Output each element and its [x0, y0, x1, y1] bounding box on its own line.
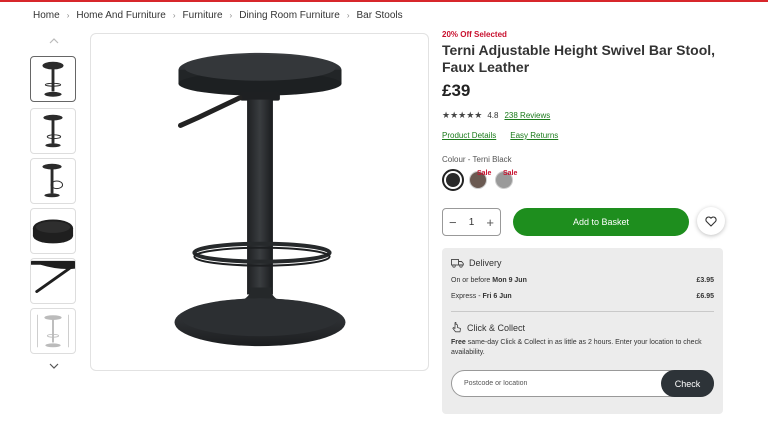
- check-button[interactable]: Check: [661, 370, 714, 397]
- click-collect-description: Free same-day Click & Collect in as litt…: [451, 338, 714, 358]
- star-rating-icon: ★★★★★: [442, 110, 483, 120]
- promo-badge[interactable]: 20% Off Selected: [442, 30, 732, 39]
- thumbnail-stool-front[interactable]: [30, 56, 76, 102]
- quantity-stepper: − 1 +: [442, 208, 501, 236]
- delivery-option-label: Express -: [451, 293, 483, 300]
- decrease-quantity-button[interactable]: −: [449, 216, 457, 229]
- chevron-down-icon[interactable]: [47, 361, 61, 371]
- product-details-link[interactable]: Product Details: [442, 131, 496, 140]
- colour-label: Colour - Terni Black: [442, 155, 512, 164]
- product-title-line1: Terni Adjustable Height Swivel Bar Stool…: [442, 42, 716, 58]
- top-accent-bar: [0, 0, 768, 2]
- increase-quantity-button[interactable]: +: [486, 216, 494, 229]
- delivery-option-date: Mon 9 Jun: [492, 277, 527, 284]
- easy-returns-link[interactable]: Easy Returns: [510, 131, 558, 140]
- buy-row: − 1 + Add to Basket: [442, 207, 732, 237]
- breadcrumb-bar-stools[interactable]: Bar Stools: [357, 10, 403, 21]
- breadcrumb: Home › Home And Furniture › Furniture › …: [33, 10, 403, 21]
- wishlist-button[interactable]: [697, 207, 725, 235]
- sale-tag: Sale: [503, 170, 518, 177]
- delivery-option-label: On or before: [451, 277, 493, 284]
- click-collect-heading: Click & Collect: [451, 322, 714, 333]
- thumbnail-dimensions[interactable]: [30, 308, 76, 354]
- thumbnail-stool-angle[interactable]: [30, 158, 76, 204]
- chevron-right-icon: ›: [346, 11, 350, 20]
- breadcrumb-dining-room-furniture[interactable]: Dining Room Furniture: [239, 10, 340, 21]
- divider: [451, 311, 714, 312]
- postcode-form: Check: [451, 370, 714, 397]
- bar-stool-image: [174, 52, 346, 347]
- reviews-link[interactable]: 238 Reviews: [504, 111, 550, 120]
- chevron-right-icon: ›: [66, 11, 70, 20]
- thumbnail-lever-closeup[interactable]: [30, 258, 76, 304]
- chevron-right-icon: ›: [172, 11, 176, 20]
- delivery-option-express: Express - Fri 6 Jun £6.95: [451, 293, 714, 300]
- delivery-option-price: £3.95: [696, 277, 714, 284]
- swatch-terni-black[interactable]: [442, 169, 464, 191]
- info-links: Product Details Easy Returns: [442, 131, 732, 140]
- van-icon: [451, 259, 464, 268]
- thumbnail-seat-closeup[interactable]: [30, 208, 76, 254]
- product-price: £39: [442, 81, 471, 100]
- chevron-up-icon[interactable]: [47, 36, 61, 46]
- rating-row: ★★★★★ 4.8 238 Reviews: [442, 110, 732, 121]
- main-product-image[interactable]: [90, 33, 429, 371]
- add-to-basket-button[interactable]: Add to Basket: [513, 208, 689, 236]
- click-collect-free: Free: [451, 339, 466, 346]
- delivery-heading: Delivery: [451, 258, 714, 268]
- delivery-option-price: £6.95: [696, 293, 714, 300]
- quantity-value[interactable]: 1: [469, 217, 475, 228]
- product-info: 20% Off Selected Terni Adjustable Height…: [442, 30, 732, 195]
- thumbnail-stool-side[interactable]: [30, 108, 76, 154]
- chevron-right-icon: ›: [229, 11, 233, 20]
- product-title-line2: Faux Leather: [442, 59, 530, 75]
- delivery-panel: Delivery On or before Mon 9 Jun £3.95 Ex…: [442, 248, 723, 414]
- rating-value: 4.8: [487, 111, 499, 120]
- click-collect-text: same-day Click & Collect in as little as…: [451, 339, 702, 356]
- delivery-option-standard: On or before Mon 9 Jun £3.95: [451, 277, 714, 284]
- delivery-title: Delivery: [469, 258, 502, 268]
- sale-tag: Sale: [477, 170, 492, 177]
- breadcrumb-home[interactable]: Home: [33, 10, 60, 21]
- colour-swatches: Sale Sale: [442, 169, 732, 195]
- breadcrumb-furniture[interactable]: Furniture: [183, 10, 223, 21]
- product-title: Terni Adjustable Height Swivel Bar Stool…: [442, 42, 732, 76]
- delivery-option-date: Fri 6 Jun: [482, 293, 512, 300]
- click-collect-title: Click & Collect: [467, 322, 526, 333]
- click-collect-icon: [452, 322, 461, 333]
- heart-icon: [705, 215, 717, 227]
- breadcrumb-home-and-furniture[interactable]: Home And Furniture: [76, 10, 166, 21]
